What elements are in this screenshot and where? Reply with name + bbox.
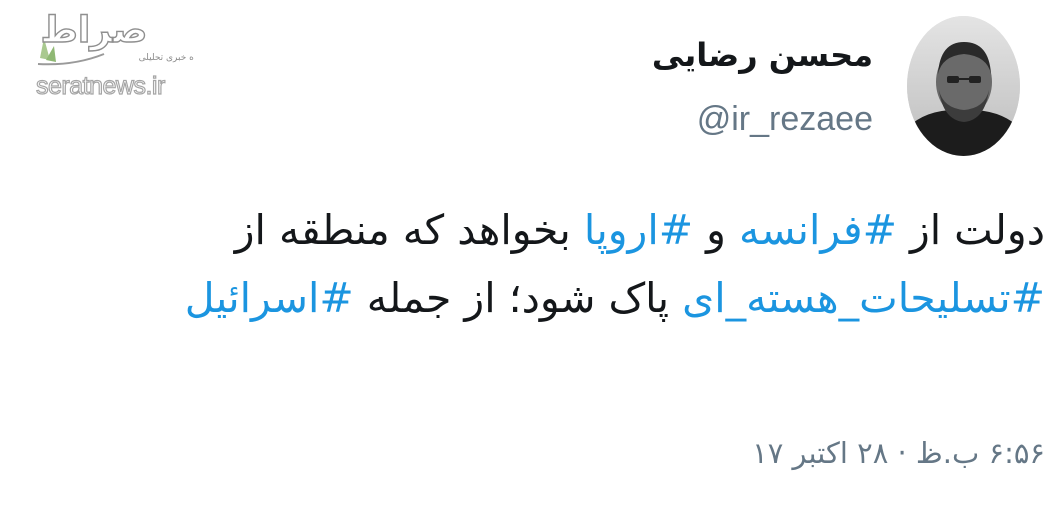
display-name[interactable]: محسن رضایی [652,36,873,74]
hashtag-link[interactable]: #اروپا [584,206,693,254]
tweet-text-segment: دولت از [896,206,1045,254]
user-handle[interactable]: @ir_rezaee [697,100,873,139]
watermark-logo-text: صراط [41,10,148,51]
avatar[interactable] [907,16,1020,156]
tweet-text-segment: و [693,206,739,254]
tweet-text-segment: پاک شود؛ از جمله [353,274,683,322]
tweet-text: دولت از #فرانسه و #اروپا بخواهد که منطقه… [90,196,1045,332]
tweet-text-segment: بخواهد که منطقه از [234,206,584,254]
profile-photo-icon [907,16,1020,156]
hashtag-link[interactable]: #اسرائیل [185,274,354,322]
watermark: صراط پایگاه خبری تحلیلی seratnews.ir [30,8,195,100]
hashtag-link[interactable]: #فرانسه [739,206,897,254]
watermark-url: seratnews.ir [35,71,165,100]
watermark-logo: صراط پایگاه خبری تحلیلی [37,9,194,66]
hashtag-link[interactable]: #تسلیحات_هسته_ای [682,274,1045,322]
tweet-timestamp[interactable]: ۶:۵۶ ب.ظ · ۲۸ اکتبر ۱۷ [752,436,1045,470]
watermark-tagline: پایگاه خبری تحلیلی [139,51,194,63]
